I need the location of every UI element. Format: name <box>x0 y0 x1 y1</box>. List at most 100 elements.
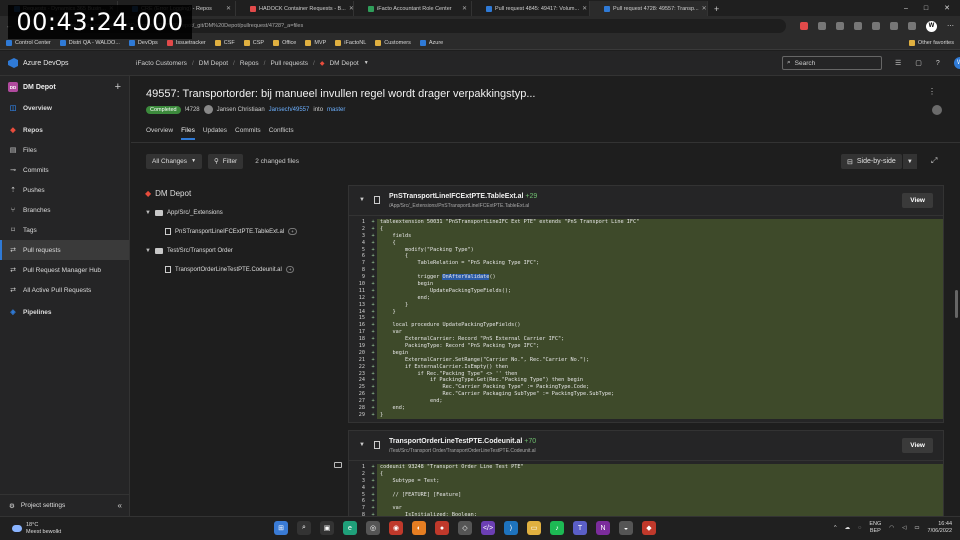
tab-updates[interactable]: Updates <box>203 127 227 140</box>
browser-tab[interactable]: Pull request 4845: 49417: Volum... ✕ <box>472 1 590 16</box>
browser-tab[interactable]: HADOCK Container Requests - B... ✕ <box>236 1 354 16</box>
target-branch-link[interactable]: master <box>327 107 345 113</box>
view-file-button[interactable]: View <box>902 193 933 208</box>
code-line[interactable]: 12 + end; <box>349 294 943 302</box>
chevron-down-icon[interactable]: ▼ <box>364 60 369 66</box>
bookmark-item[interactable]: Azure <box>419 39 443 46</box>
code-line[interactable]: 1 + codeunit 93248 "Transport Order Line T… <box>349 464 943 471</box>
tree-file[interactable]: TransportOrderLineTestPTE.Codeunit.al + <box>145 260 345 279</box>
extension-icon[interactable] <box>836 22 844 30</box>
breadcrumb-org[interactable]: iFacto Customers <box>136 60 187 67</box>
code-line[interactable]: 16 + local procedure UpdatePackingTypeFie… <box>349 322 943 330</box>
code-line[interactable]: 11 + UpdatePackingTypeFields(); <box>349 287 943 295</box>
code-line[interactable]: 19 + PackingType: Record "PnS Packing Typ… <box>349 343 943 350</box>
code-line[interactable]: 21 + ExternalCarrier.SetRange("Carrier No… <box>349 356 943 364</box>
code-line[interactable]: 15 + <box>349 315 943 323</box>
tab-files[interactable]: Files <box>181 127 195 140</box>
ado-logo[interactable]: Azure DevOps <box>0 58 130 68</box>
close-tab-icon[interactable]: ✕ <box>702 5 707 12</box>
tree-root[interactable]: ◆ DM Depot <box>145 184 345 203</box>
app-icon[interactable]: ◎ <box>366 521 380 535</box>
sidebar-item-overview[interactable]: ◫ Overview <box>0 98 129 118</box>
extension-icon[interactable] <box>800 22 808 30</box>
code-line[interactable]: 14 + } <box>349 308 943 316</box>
code-line[interactable]: 7 + TableRelation = "PnS Packing Type IFC… <box>349 260 943 268</box>
close-tab-icon[interactable]: ✕ <box>226 5 231 12</box>
bookmark-item[interactable]: Distri QA - WALDO... <box>59 39 120 46</box>
breadcrumb-repo[interactable]: DM Depot <box>329 60 358 67</box>
code-line[interactable]: 2 +{ <box>349 470 943 478</box>
tray-app-icon[interactable]: ◌ <box>858 525 861 531</box>
clock[interactable]: 16:44 7/06/2022 <box>928 521 952 535</box>
edge-icon[interactable]: e <box>343 521 357 535</box>
diff-file-name[interactable]: TransportOrderLineTestPTE.Codeunit.al +7… <box>389 438 536 445</box>
code-line[interactable]: 28 + end; <box>349 405 943 412</box>
maximize-icon[interactable]: □ <box>924 5 928 12</box>
add-comment-icon[interactable]: + <box>288 228 297 235</box>
collections-icon[interactable] <box>872 22 880 30</box>
sidebar-item-branches[interactable]: ⑂ Branches <box>0 200 129 220</box>
bookmark-item[interactable]: iFactoNL <box>335 39 366 46</box>
code-line[interactable]: 3 + Subtype = Test; <box>349 477 943 485</box>
bookmark-item[interactable]: MVP <box>305 39 326 46</box>
bookmark-item[interactable]: Control Center <box>6 39 51 46</box>
new-tab-button[interactable]: + <box>708 1 725 16</box>
view-file-button[interactable]: View <box>902 438 933 453</box>
close-tab-icon[interactable]: ✕ <box>462 5 467 12</box>
language-indicator[interactable]: ENG BEP <box>869 521 881 535</box>
fullscreen-icon[interactable]: ⤢ <box>931 156 937 166</box>
all-changes-dropdown[interactable]: All Changes ▼ <box>146 153 203 169</box>
app-icon[interactable]: ◒ <box>619 521 633 535</box>
code-line[interactable]: 8 + <box>349 267 943 275</box>
sidebar-item-tags[interactable]: ⌑ Tags <box>0 220 129 240</box>
view-mode-dropdown[interactable]: ▼ <box>902 154 917 169</box>
profile-avatar[interactable]: W <box>926 20 937 32</box>
comment-icon[interactable] <box>334 462 342 468</box>
task-view-icon[interactable]: ▣ <box>320 521 334 535</box>
code-line[interactable]: 29 +} <box>349 411 943 419</box>
other-favorites[interactable]: Other favorites <box>908 39 954 46</box>
sidebar-item-pipelines[interactable]: ◈ Pipelines <box>0 302 129 322</box>
sidebar-item-pull-requests[interactable]: ⇄ Pull requests <box>0 240 129 260</box>
code-line[interactable]: 2 +{ <box>349 225 943 233</box>
code-line[interactable]: 1 + tableextension 50031 "PnSTransportLine… <box>349 219 943 226</box>
code-line[interactable]: 10 + begin <box>349 281 943 288</box>
spotify-icon[interactable]: ♪ <box>550 521 564 535</box>
bookmark-item[interactable]: Customers <box>375 39 411 46</box>
collapse-sidebar-icon[interactable]: « <box>118 501 122 510</box>
browser-tab[interactable]: iFacto Accountant Role Center ✕ <box>354 1 472 16</box>
code-line[interactable]: 5 + // [FEATURE] [Feature] <box>349 491 943 499</box>
downloads-icon[interactable] <box>890 22 898 30</box>
page-scrollbar[interactable] <box>955 290 958 318</box>
chevron-down-icon[interactable]: ▼ <box>359 442 365 448</box>
shopping-bag-icon[interactable]: ▢ <box>915 59 922 67</box>
code-line[interactable]: 18 + ExternalCarrier: Record "PnS Externa… <box>349 336 943 344</box>
add-comment-icon[interactable]: + <box>285 266 295 273</box>
source-branch-link[interactable]: Jansech/49557 <box>269 107 310 113</box>
help-icon[interactable]: ? <box>936 60 940 67</box>
code-line[interactable]: 4 + <box>349 484 943 492</box>
chevron-up-icon[interactable]: ^ <box>834 525 837 531</box>
tree-folder[interactable]: ▼ App/Src/_Extensions <box>145 203 345 222</box>
list-icon[interactable]: ☰ <box>895 59 901 67</box>
weather-widget[interactable]: 18°C Meest bewolkt <box>0 522 120 536</box>
menu-icon[interactable]: ⋯ <box>947 22 954 30</box>
filter-button[interactable]: ⚲ Filter <box>208 153 244 169</box>
add-icon[interactable]: + <box>115 81 121 93</box>
vscode-icon[interactable]: ⟩ <box>504 521 518 535</box>
sidebar-item-pull-request-manager-hub[interactable]: ⇄ Pull Request Manager Hub <box>0 260 129 280</box>
project-settings[interactable]: ⚙ Project settings « <box>0 494 130 516</box>
bookmark-item[interactable]: Issuetracker <box>166 39 206 46</box>
code-line[interactable]: 13 + } <box>349 301 943 309</box>
tree-file[interactable]: PnSTransportLineIFCExtPTE.TableExt.al + <box>145 222 345 241</box>
project-header[interactable]: DD DM Depot + <box>0 76 129 98</box>
app-icon[interactable]: ◇ <box>458 521 472 535</box>
user-avatar[interactable]: W <box>953 57 960 69</box>
search-input[interactable]: ⌕ Search <box>782 56 882 70</box>
extension-icon[interactable] <box>818 22 826 30</box>
app-icon[interactable]: ● <box>435 521 449 535</box>
tab-commits[interactable]: Commits <box>235 127 261 140</box>
bookmark-item[interactable]: DevOps <box>128 39 158 46</box>
code-line[interactable]: 26 + Rec."Carrier Packaging SubType" := P… <box>349 391 943 399</box>
close-tab-icon[interactable]: ✕ <box>582 5 587 12</box>
